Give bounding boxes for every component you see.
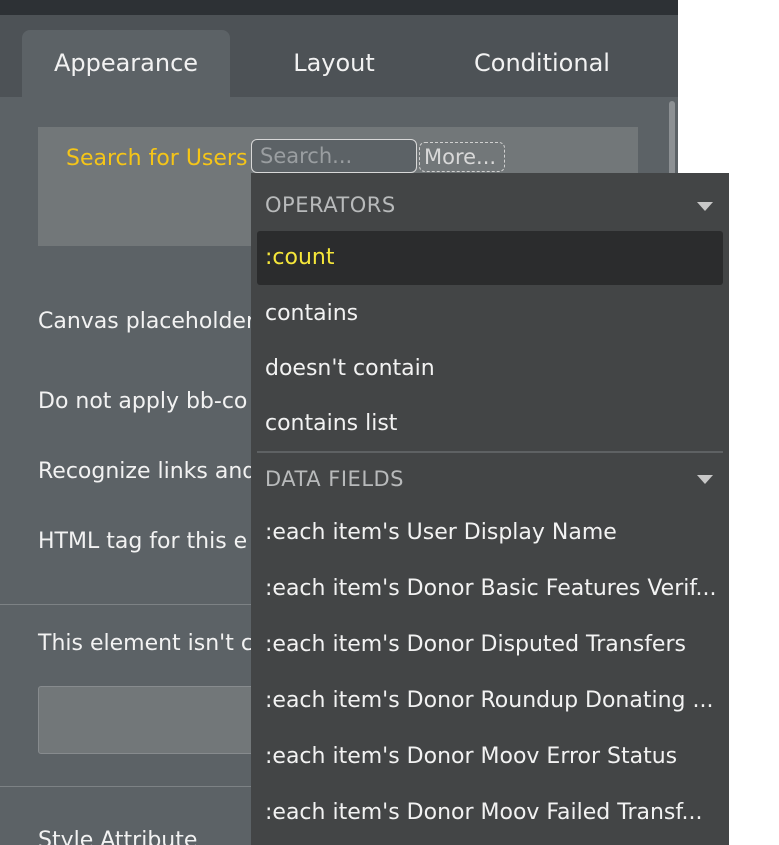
operator-item-contains[interactable]: contains (257, 287, 723, 341)
dropdown-separator (257, 451, 723, 453)
top-bar (0, 0, 678, 15)
data-field-item[interactable]: :each item's Donor Roundup Donating ... (257, 674, 723, 728)
operator-item-count[interactable]: :count (257, 231, 723, 285)
operator-item-doesnt-contain[interactable]: doesn't contain (257, 342, 723, 396)
tab-layout[interactable]: Layout (262, 30, 406, 97)
style-attribute-label: Style Attribute (38, 828, 198, 845)
more-button[interactable]: More... (419, 142, 505, 172)
data-field-item[interactable]: :each item's User Display Name (257, 506, 723, 560)
data-field-item[interactable]: :each item's Donor Moov Failed Transf... (257, 786, 723, 840)
bbcode-option-label: Do not apply bb-co (38, 389, 248, 414)
expression-search-input[interactable] (251, 139, 417, 173)
chevron-down-icon[interactable] (697, 202, 713, 211)
operator-item-contains-list[interactable]: contains list (257, 397, 723, 451)
operator-dropdown[interactable]: OPERATORS :count contains doesn't contai… (251, 173, 729, 845)
data-fields-section-header: DATA FIELDS (265, 467, 405, 491)
tab-conditional[interactable]: Conditional (452, 30, 632, 97)
data-field-item[interactable]: :each item's Donor Basic Features Verif.… (257, 562, 723, 616)
tab-appearance[interactable]: Appearance (22, 30, 230, 97)
recognize-links-label: Recognize links and (38, 459, 257, 484)
expression-source-token[interactable]: Search for Users (66, 145, 247, 173)
data-field-item[interactable]: :each item's Donor Disputed Transfers (257, 618, 723, 672)
html-tag-label: HTML tag for this e (38, 529, 248, 554)
operators-section-header: OPERATORS (265, 193, 396, 217)
tab-bar: Appearance Layout Conditional (0, 15, 678, 97)
canvas-placeholder-label: Canvas placeholder (38, 309, 255, 334)
element-not-connected-label: This element isn't c (38, 631, 253, 656)
data-field-item[interactable]: :each item's Donor Moov Error Status (257, 730, 723, 784)
chevron-down-icon[interactable] (697, 475, 713, 484)
